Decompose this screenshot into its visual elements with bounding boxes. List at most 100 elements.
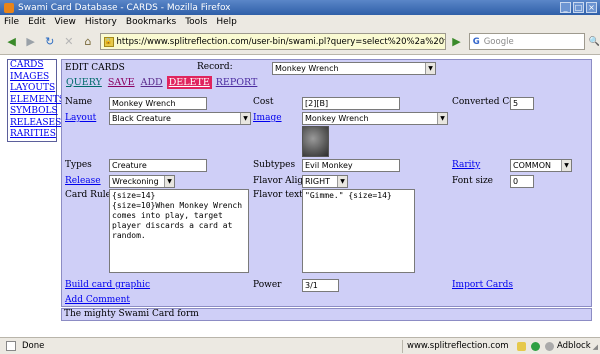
address-url: https://www.splitreflection.com/user-bin… xyxy=(116,36,447,47)
record-label: Record: xyxy=(197,62,233,72)
name-label: Name xyxy=(65,97,93,107)
power-label: Power xyxy=(253,280,282,290)
forward-arrow-icon[interactable]: ▶ xyxy=(23,33,38,50)
build-card-graphic-link[interactable]: Build card graphic xyxy=(65,280,150,290)
image-select-value: Monkey Wrench xyxy=(305,114,369,123)
navigation-toolbar: ◀ ▶ ↻ ✕ ⌂ 🔒 https://www.splitreflection.… xyxy=(0,29,600,55)
sidebar-item-cards[interactable]: CARDS xyxy=(8,60,56,72)
chevron-down-icon: ▼ xyxy=(164,176,174,187)
menu-view[interactable]: View xyxy=(55,17,76,27)
chevron-down-icon: ▼ xyxy=(437,113,447,124)
window-titlebar: Swami Card Database - CARDS - Mozilla Fi… xyxy=(0,0,600,15)
release-select-value: Wreckoning xyxy=(112,177,159,186)
sidebar-item-rarities[interactable]: RARITIES xyxy=(8,129,56,141)
firefox-icon xyxy=(4,2,14,13)
flavor-text-textarea[interactable]: "Gimme." {size=14} xyxy=(302,189,415,273)
stop-icon[interactable]: ✕ xyxy=(61,33,76,50)
types-label: Types xyxy=(65,160,92,170)
add-comment-link[interactable]: Add Comment xyxy=(65,295,130,305)
window-title: Swami Card Database - CARDS - Mozilla Fi… xyxy=(18,2,231,13)
site-lock-icon[interactable]: 🔒 xyxy=(103,37,114,47)
maximize-button[interactable]: □ xyxy=(573,2,584,13)
flavor-text-label: Flavor text xyxy=(253,190,303,200)
rarity-link[interactable]: Rarity xyxy=(452,160,480,170)
minimize-button[interactable]: _ xyxy=(560,2,571,13)
search-go-icon[interactable]: 🔍 xyxy=(589,33,600,50)
chevron-down-icon: ▼ xyxy=(561,160,571,171)
menu-file[interactable]: File xyxy=(4,17,19,27)
layout-select-value: Black Creature xyxy=(112,114,171,123)
import-cards-link[interactable]: Import Cards xyxy=(452,280,513,290)
search-placeholder: Google xyxy=(483,36,514,47)
report-button[interactable]: REPORT xyxy=(214,76,260,89)
reload-icon[interactable]: ↻ xyxy=(42,33,57,50)
menu-help[interactable]: Help xyxy=(216,17,237,27)
layout-link[interactable]: Layout xyxy=(65,113,96,123)
status-text: Done xyxy=(22,341,45,351)
checkmark-icon[interactable] xyxy=(531,342,540,351)
addon-icon[interactable] xyxy=(545,342,554,351)
close-button[interactable]: × xyxy=(586,2,597,13)
subtypes-label: Subtypes xyxy=(253,160,296,170)
font-size-label: Font size xyxy=(452,176,494,186)
home-icon[interactable]: ⌂ xyxy=(80,33,95,50)
converted-cost-field[interactable]: 5 xyxy=(510,97,534,110)
record-select[interactable]: Monkey Wrench ▼ xyxy=(272,62,436,75)
sidebar-nav: CARDS IMAGES LAYOUTS ELEMENTS SYMBOLS RE… xyxy=(7,59,65,142)
chevron-down-icon: ▼ xyxy=(425,63,435,74)
chevron-down-icon: ▼ xyxy=(240,113,250,124)
add-button[interactable]: ADD xyxy=(139,76,165,89)
page-content: CARDS IMAGES LAYOUTS ELEMENTS SYMBOLS RE… xyxy=(0,56,600,337)
release-select[interactable]: Wreckoning ▼ xyxy=(109,175,175,188)
padlock-icon[interactable] xyxy=(517,342,526,351)
image-link[interactable]: Image xyxy=(253,113,282,123)
font-size-field[interactable]: 0 xyxy=(510,175,534,188)
name-field[interactable]: Monkey Wrench xyxy=(109,97,207,110)
flavor-align-label: Flavor Align xyxy=(253,176,309,186)
menu-bar: File Edit View History Bookmarks Tools H… xyxy=(0,15,600,29)
sidebar-item-layouts[interactable]: LAYOUTS xyxy=(8,83,56,95)
page-title: EDIT CARDS xyxy=(65,63,125,73)
layout-select[interactable]: Black Creature ▼ xyxy=(109,112,251,125)
window-controls: _ □ × xyxy=(560,2,597,13)
cost-label: Cost xyxy=(253,97,274,107)
page-status-icon xyxy=(6,341,16,351)
menu-bookmarks[interactable]: Bookmarks xyxy=(126,17,176,27)
flavor-align-select[interactable]: RIGHT ▼ xyxy=(302,175,348,188)
sidebar-item-images[interactable]: IMAGES xyxy=(8,72,56,84)
cost-field[interactable]: [2][B] xyxy=(302,97,400,110)
sidebar-item-symbols[interactable]: SYMBOLS xyxy=(8,106,58,118)
back-arrow-icon[interactable]: ◀ xyxy=(4,33,19,50)
power-field[interactable]: 3/1 xyxy=(302,279,339,292)
go-arrow-icon[interactable]: ▶ xyxy=(450,33,462,50)
release-link[interactable]: Release xyxy=(65,176,101,186)
form-footer: The mighty Swami Card form xyxy=(61,308,592,321)
card-rules-textarea[interactable]: {size=14} {size=10}When Monkey Wrench co… xyxy=(109,189,249,273)
card-image-thumbnail xyxy=(302,126,329,157)
resize-grip-icon[interactable]: ◢ xyxy=(593,343,598,351)
record-select-value: Monkey Wrench xyxy=(275,64,339,73)
action-toolbar: QUERY SAVE ADD DELETE REPORT xyxy=(64,76,261,89)
chevron-down-icon: ▼ xyxy=(337,176,347,187)
menu-history[interactable]: History xyxy=(85,17,117,27)
save-button[interactable]: SAVE xyxy=(106,76,137,89)
sidebar-item-elements[interactable]: ELEMENTS xyxy=(8,95,65,107)
query-button[interactable]: QUERY xyxy=(64,76,104,89)
subtypes-field[interactable]: Evil Monkey xyxy=(302,159,400,172)
image-select[interactable]: Monkey Wrench ▼ xyxy=(302,112,448,125)
flavor-align-select-value: RIGHT xyxy=(305,177,331,186)
search-input[interactable]: G Google xyxy=(468,33,585,50)
menu-edit[interactable]: Edit xyxy=(28,17,45,27)
status-bar: Done www.splitreflection.com Adblock ◢ xyxy=(0,337,600,354)
address-bar[interactable]: 🔒 https://www.splitreflection.com/user-b… xyxy=(99,33,447,50)
edit-cards-panel: EDIT CARDS Record: Monkey Wrench ▼ QUERY… xyxy=(61,59,592,307)
types-field[interactable]: Creature xyxy=(109,159,207,172)
sidebar-item-releases[interactable]: RELEASES xyxy=(8,118,61,130)
adblock-label[interactable]: Adblock xyxy=(557,341,591,351)
delete-button[interactable]: DELETE xyxy=(166,76,212,89)
status-domain[interactable]: www.splitreflection.com xyxy=(402,339,509,353)
rarity-select[interactable]: COMMON ▼ xyxy=(510,159,572,172)
google-icon[interactable]: G xyxy=(473,37,480,47)
card-rules-label: Card Rules xyxy=(65,190,116,200)
menu-tools[interactable]: Tools xyxy=(185,17,207,27)
